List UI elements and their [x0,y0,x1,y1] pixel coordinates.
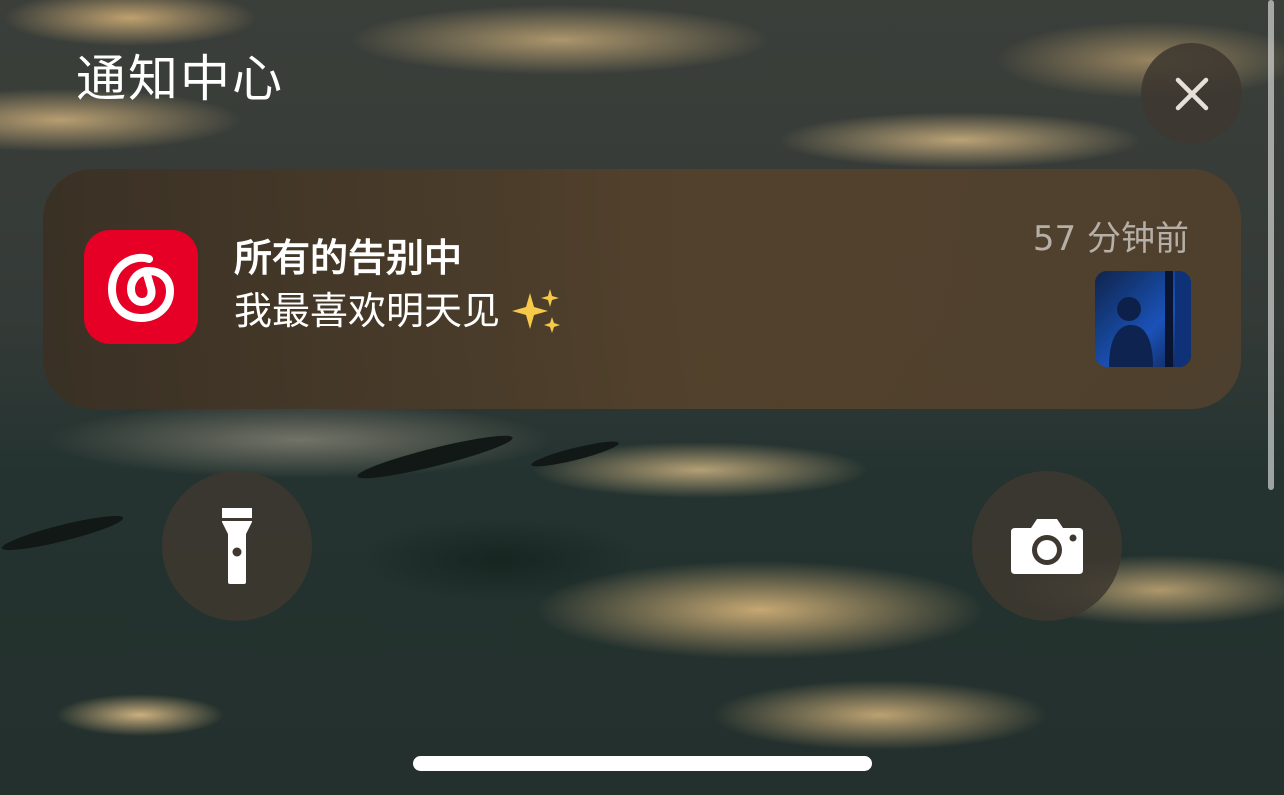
notification-body-text: 我最喜欢明天见 [234,289,501,334]
home-indicator[interactable] [413,756,872,771]
camera-button[interactable] [972,471,1122,621]
wallpaper-ripple [355,428,515,486]
sparkles-icon [512,289,561,333]
page-title: 通知中心 [76,50,284,108]
flashlight-button[interactable] [162,471,312,621]
close-button[interactable] [1141,43,1242,144]
notification-body: 我最喜欢明天见 [234,287,566,337]
netease-cloud-music-icon [84,230,198,344]
notification-time: 57 分钟前 [1032,219,1189,259]
camera-icon [1011,519,1083,574]
album-art-thumbnail [1095,271,1191,367]
wallpaper-ripple [0,510,126,556]
scrollbar[interactable] [1268,0,1274,490]
flashlight-icon [222,508,252,584]
wallpaper-ripple [529,437,621,471]
notification-title: 所有的告别中 [234,236,463,280]
close-icon [1175,77,1208,110]
notification-card[interactable]: 所有的告别中 我最喜欢明天见 57 分钟前 [43,169,1241,409]
